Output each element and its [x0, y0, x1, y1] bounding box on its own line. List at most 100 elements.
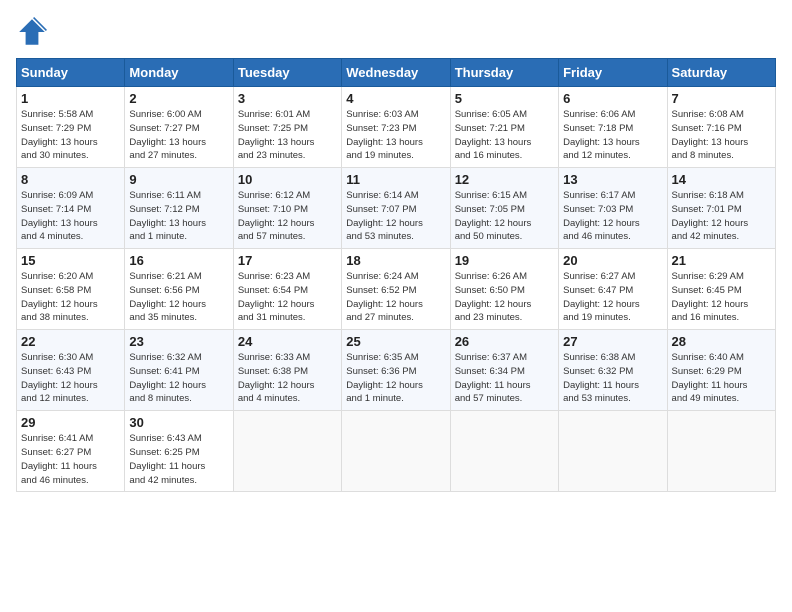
day-number: 11	[346, 172, 445, 187]
calendar-week-row: 1 Sunrise: 5:58 AM Sunset: 7:29 PM Daylig…	[17, 87, 776, 168]
calendar-day-cell: 2 Sunrise: 6:00 AM Sunset: 7:27 PM Daylig…	[125, 87, 233, 168]
calendar-day-cell: 24Sunrise: 6:33 AM Sunset: 6:38 PM Dayli…	[233, 330, 341, 411]
day-info: Sunrise: 6:06 AM Sunset: 7:18 PM Dayligh…	[563, 108, 662, 163]
calendar-day-cell	[559, 411, 667, 492]
day-info: Sunrise: 6:08 AM Sunset: 7:16 PM Dayligh…	[672, 108, 771, 163]
calendar-day-cell: 19 Sunrise: 6:26 AM Sunset: 6:50 PM Dayli…	[450, 249, 558, 330]
calendar-day-cell: 18 Sunrise: 6:24 AM Sunset: 6:52 PM Dayli…	[342, 249, 450, 330]
day-number: 2	[129, 91, 228, 106]
calendar-day-cell: 23 Sunrise: 6:32 AM Sunset: 6:41 PM Dayli…	[125, 330, 233, 411]
calendar-day-cell: 12 Sunrise: 6:15 AM Sunset: 7:05 PM Dayli…	[450, 168, 558, 249]
day-info: Sunrise: 6:30 AM Sunset: 6:43 PM Dayligh…	[21, 351, 120, 406]
day-number: 1	[21, 91, 120, 106]
day-number: 20	[563, 253, 662, 268]
day-number: 9	[129, 172, 228, 187]
day-number: 27	[563, 334, 662, 349]
day-info: Sunrise: 6:40 AM Sunset: 6:29 PM Dayligh…	[672, 351, 771, 406]
calendar-day-cell	[667, 411, 775, 492]
day-of-week-header: Sunday	[17, 59, 125, 87]
day-info: Sunrise: 6:41 AM Sunset: 6:27 PM Dayligh…	[21, 432, 120, 487]
days-of-week-row: SundayMondayTuesdayWednesdayThursdayFrid…	[17, 59, 776, 87]
calendar-day-cell: 15 Sunrise: 6:20 AM Sunset: 6:58 PM Dayli…	[17, 249, 125, 330]
calendar-day-cell	[342, 411, 450, 492]
day-info: Sunrise: 6:27 AM Sunset: 6:47 PM Dayligh…	[563, 270, 662, 325]
day-number: 29	[21, 415, 120, 430]
calendar-day-cell: 11 Sunrise: 6:14 AM Sunset: 7:07 PM Dayli…	[342, 168, 450, 249]
calendar-day-cell: 20 Sunrise: 6:27 AM Sunset: 6:47 PM Dayli…	[559, 249, 667, 330]
calendar-day-cell: 14 Sunrise: 6:18 AM Sunset: 7:01 PM Dayli…	[667, 168, 775, 249]
calendar-week-row: 22Sunrise: 6:30 AM Sunset: 6:43 PM Dayli…	[17, 330, 776, 411]
day-info: Sunrise: 6:18 AM Sunset: 7:01 PM Dayligh…	[672, 189, 771, 244]
calendar-day-cell: 16 Sunrise: 6:21 AM Sunset: 6:56 PM Dayli…	[125, 249, 233, 330]
day-of-week-header: Thursday	[450, 59, 558, 87]
day-info: Sunrise: 6:00 AM Sunset: 7:27 PM Dayligh…	[129, 108, 228, 163]
day-info: Sunrise: 6:09 AM Sunset: 7:14 PM Dayligh…	[21, 189, 120, 244]
day-of-week-header: Monday	[125, 59, 233, 87]
day-number: 18	[346, 253, 445, 268]
calendar-day-cell: 25Sunrise: 6:35 AM Sunset: 6:36 PM Dayli…	[342, 330, 450, 411]
day-number: 4	[346, 91, 445, 106]
calendar-day-cell	[450, 411, 558, 492]
calendar-body: 1 Sunrise: 5:58 AM Sunset: 7:29 PM Daylig…	[17, 87, 776, 492]
calendar-day-cell: 30Sunrise: 6:43 AM Sunset: 6:25 PM Dayli…	[125, 411, 233, 492]
day-number: 25	[346, 334, 445, 349]
calendar-table: SundayMondayTuesdayWednesdayThursdayFrid…	[16, 58, 776, 492]
day-info: Sunrise: 6:15 AM Sunset: 7:05 PM Dayligh…	[455, 189, 554, 244]
day-of-week-header: Wednesday	[342, 59, 450, 87]
day-number: 16	[129, 253, 228, 268]
day-number: 28	[672, 334, 771, 349]
day-info: Sunrise: 6:21 AM Sunset: 6:56 PM Dayligh…	[129, 270, 228, 325]
calendar-day-cell: 28 Sunrise: 6:40 AM Sunset: 6:29 PM Dayli…	[667, 330, 775, 411]
calendar-day-cell: 22Sunrise: 6:30 AM Sunset: 6:43 PM Dayli…	[17, 330, 125, 411]
day-number: 10	[238, 172, 337, 187]
day-number: 6	[563, 91, 662, 106]
calendar-day-cell: 26 Sunrise: 6:37 AM Sunset: 6:34 PM Dayli…	[450, 330, 558, 411]
calendar-week-row: 29 Sunrise: 6:41 AM Sunset: 6:27 PM Dayli…	[17, 411, 776, 492]
day-of-week-header: Saturday	[667, 59, 775, 87]
day-info: Sunrise: 6:23 AM Sunset: 6:54 PM Dayligh…	[238, 270, 337, 325]
day-info: Sunrise: 6:38 AM Sunset: 6:32 PM Dayligh…	[563, 351, 662, 406]
calendar-day-cell: 13 Sunrise: 6:17 AM Sunset: 7:03 PM Dayli…	[559, 168, 667, 249]
calendar-day-cell: 7 Sunrise: 6:08 AM Sunset: 7:16 PM Daylig…	[667, 87, 775, 168]
calendar-day-cell: 1 Sunrise: 5:58 AM Sunset: 7:29 PM Daylig…	[17, 87, 125, 168]
calendar-day-cell: 17Sunrise: 6:23 AM Sunset: 6:54 PM Dayli…	[233, 249, 341, 330]
calendar-day-cell: 4 Sunrise: 6:03 AM Sunset: 7:23 PM Daylig…	[342, 87, 450, 168]
day-info: Sunrise: 6:43 AM Sunset: 6:25 PM Dayligh…	[129, 432, 228, 487]
logo	[16, 16, 52, 48]
day-number: 7	[672, 91, 771, 106]
calendar-day-cell: 5Sunrise: 6:05 AM Sunset: 7:21 PM Daylig…	[450, 87, 558, 168]
day-number: 14	[672, 172, 771, 187]
day-number: 24	[238, 334, 337, 349]
day-info: Sunrise: 6:17 AM Sunset: 7:03 PM Dayligh…	[563, 189, 662, 244]
calendar-day-cell: 3 Sunrise: 6:01 AM Sunset: 7:25 PM Daylig…	[233, 87, 341, 168]
day-of-week-header: Friday	[559, 59, 667, 87]
day-number: 5	[455, 91, 554, 106]
day-info: Sunrise: 6:14 AM Sunset: 7:07 PM Dayligh…	[346, 189, 445, 244]
day-number: 15	[21, 253, 120, 268]
day-info: Sunrise: 6:26 AM Sunset: 6:50 PM Dayligh…	[455, 270, 554, 325]
day-number: 3	[238, 91, 337, 106]
calendar-week-row: 15 Sunrise: 6:20 AM Sunset: 6:58 PM Dayli…	[17, 249, 776, 330]
day-number: 13	[563, 172, 662, 187]
header	[16, 16, 776, 48]
calendar-day-cell: 8 Sunrise: 6:09 AM Sunset: 7:14 PM Daylig…	[17, 168, 125, 249]
day-info: Sunrise: 6:12 AM Sunset: 7:10 PM Dayligh…	[238, 189, 337, 244]
day-info: Sunrise: 6:24 AM Sunset: 6:52 PM Dayligh…	[346, 270, 445, 325]
day-info: Sunrise: 6:32 AM Sunset: 6:41 PM Dayligh…	[129, 351, 228, 406]
day-number: 8	[21, 172, 120, 187]
day-number: 23	[129, 334, 228, 349]
day-number: 12	[455, 172, 554, 187]
calendar-day-cell: 6 Sunrise: 6:06 AM Sunset: 7:18 PM Daylig…	[559, 87, 667, 168]
day-info: Sunrise: 6:37 AM Sunset: 6:34 PM Dayligh…	[455, 351, 554, 406]
calendar-day-cell	[233, 411, 341, 492]
day-number: 19	[455, 253, 554, 268]
day-info: Sunrise: 6:01 AM Sunset: 7:25 PM Dayligh…	[238, 108, 337, 163]
day-info: Sunrise: 6:11 AM Sunset: 7:12 PM Dayligh…	[129, 189, 228, 244]
day-info: Sunrise: 6:03 AM Sunset: 7:23 PM Dayligh…	[346, 108, 445, 163]
day-info: Sunrise: 6:20 AM Sunset: 6:58 PM Dayligh…	[21, 270, 120, 325]
day-info: Sunrise: 5:58 AM Sunset: 7:29 PM Dayligh…	[21, 108, 120, 163]
calendar-day-cell: 21Sunrise: 6:29 AM Sunset: 6:45 PM Dayli…	[667, 249, 775, 330]
calendar-day-cell: 10 Sunrise: 6:12 AM Sunset: 7:10 PM Dayli…	[233, 168, 341, 249]
day-number: 26	[455, 334, 554, 349]
calendar-day-cell: 9 Sunrise: 6:11 AM Sunset: 7:12 PM Daylig…	[125, 168, 233, 249]
